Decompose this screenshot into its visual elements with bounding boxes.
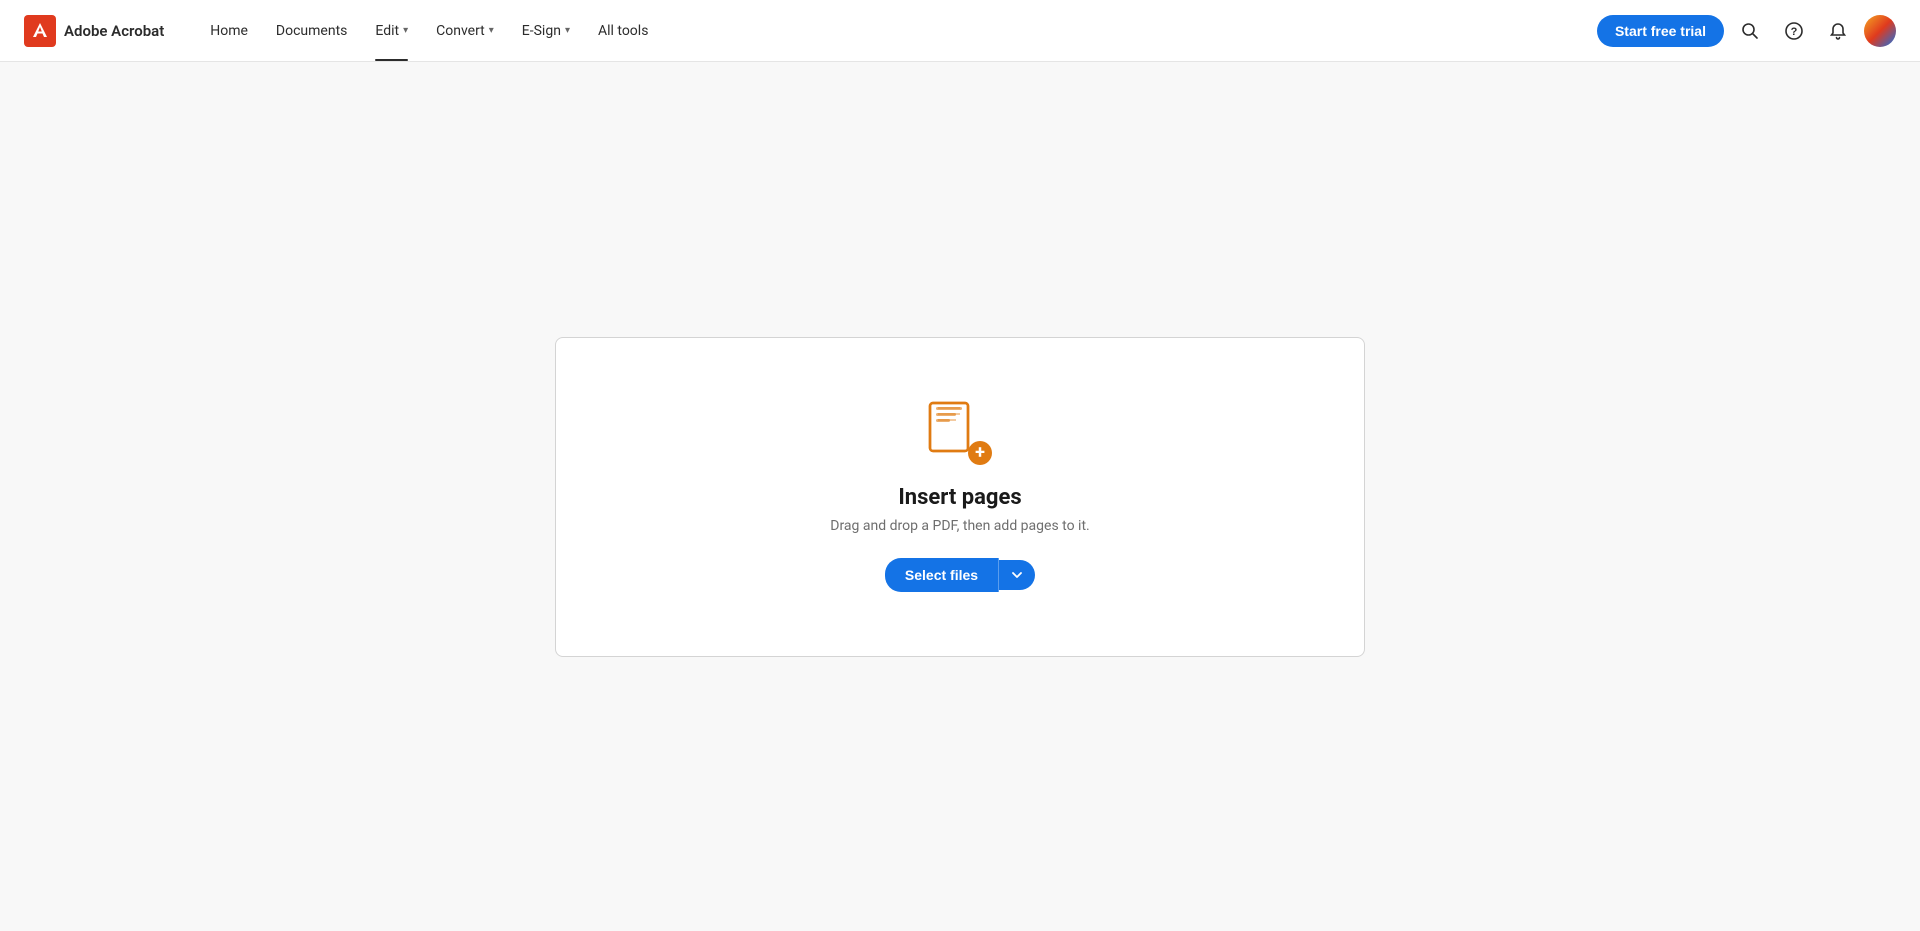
insert-pages-title: Insert pages [898, 485, 1021, 510]
search-icon [1741, 22, 1759, 40]
search-button[interactable] [1732, 13, 1768, 49]
start-trial-button[interactable]: Start free trial [1597, 15, 1724, 47]
logo[interactable]: Adobe Acrobat [24, 15, 164, 47]
nav-edit[interactable]: Edit ▾ [361, 0, 422, 61]
acrobat-logo-icon [24, 15, 56, 47]
notifications-button[interactable] [1820, 13, 1856, 49]
esign-chevron-icon: ▾ [565, 25, 570, 36]
edit-chevron-icon: ▾ [403, 25, 408, 36]
plus-badge-icon: + [968, 441, 992, 465]
nav-esign[interactable]: E-Sign ▾ [508, 0, 584, 61]
select-files-button[interactable]: Select files [885, 558, 999, 592]
convert-chevron-icon: ▾ [489, 25, 494, 36]
header-actions: Start free trial ? [1597, 13, 1896, 49]
select-files-group: Select files [885, 558, 1035, 592]
nav-convert[interactable]: Convert ▾ [422, 0, 508, 61]
help-icon: ? [1785, 22, 1803, 40]
chevron-down-icon [1011, 569, 1023, 581]
main-content: + Insert pages Drag and drop a PDF, then… [0, 62, 1920, 931]
bell-icon [1829, 22, 1847, 40]
drop-zone[interactable]: + Insert pages Drag and drop a PDF, then… [555, 337, 1365, 657]
svg-text:?: ? [1791, 26, 1798, 38]
insert-pages-icon-wrapper: + [928, 401, 992, 465]
insert-pages-subtitle: Drag and drop a PDF, then add pages to i… [830, 518, 1089, 534]
user-avatar[interactable] [1864, 15, 1896, 47]
main-nav: Home Documents Edit ▾ Convert ▾ E-Sign ▾… [196, 0, 662, 61]
nav-home[interactable]: Home [196, 0, 262, 61]
help-button[interactable]: ? [1776, 13, 1812, 49]
nav-documents[interactable]: Documents [262, 0, 361, 61]
select-files-dropdown-button[interactable] [999, 560, 1035, 590]
app-name: Adobe Acrobat [64, 22, 164, 40]
app-header: Adobe Acrobat Home Documents Edit ▾ Conv… [0, 0, 1920, 62]
nav-all-tools[interactable]: All tools [584, 0, 662, 61]
